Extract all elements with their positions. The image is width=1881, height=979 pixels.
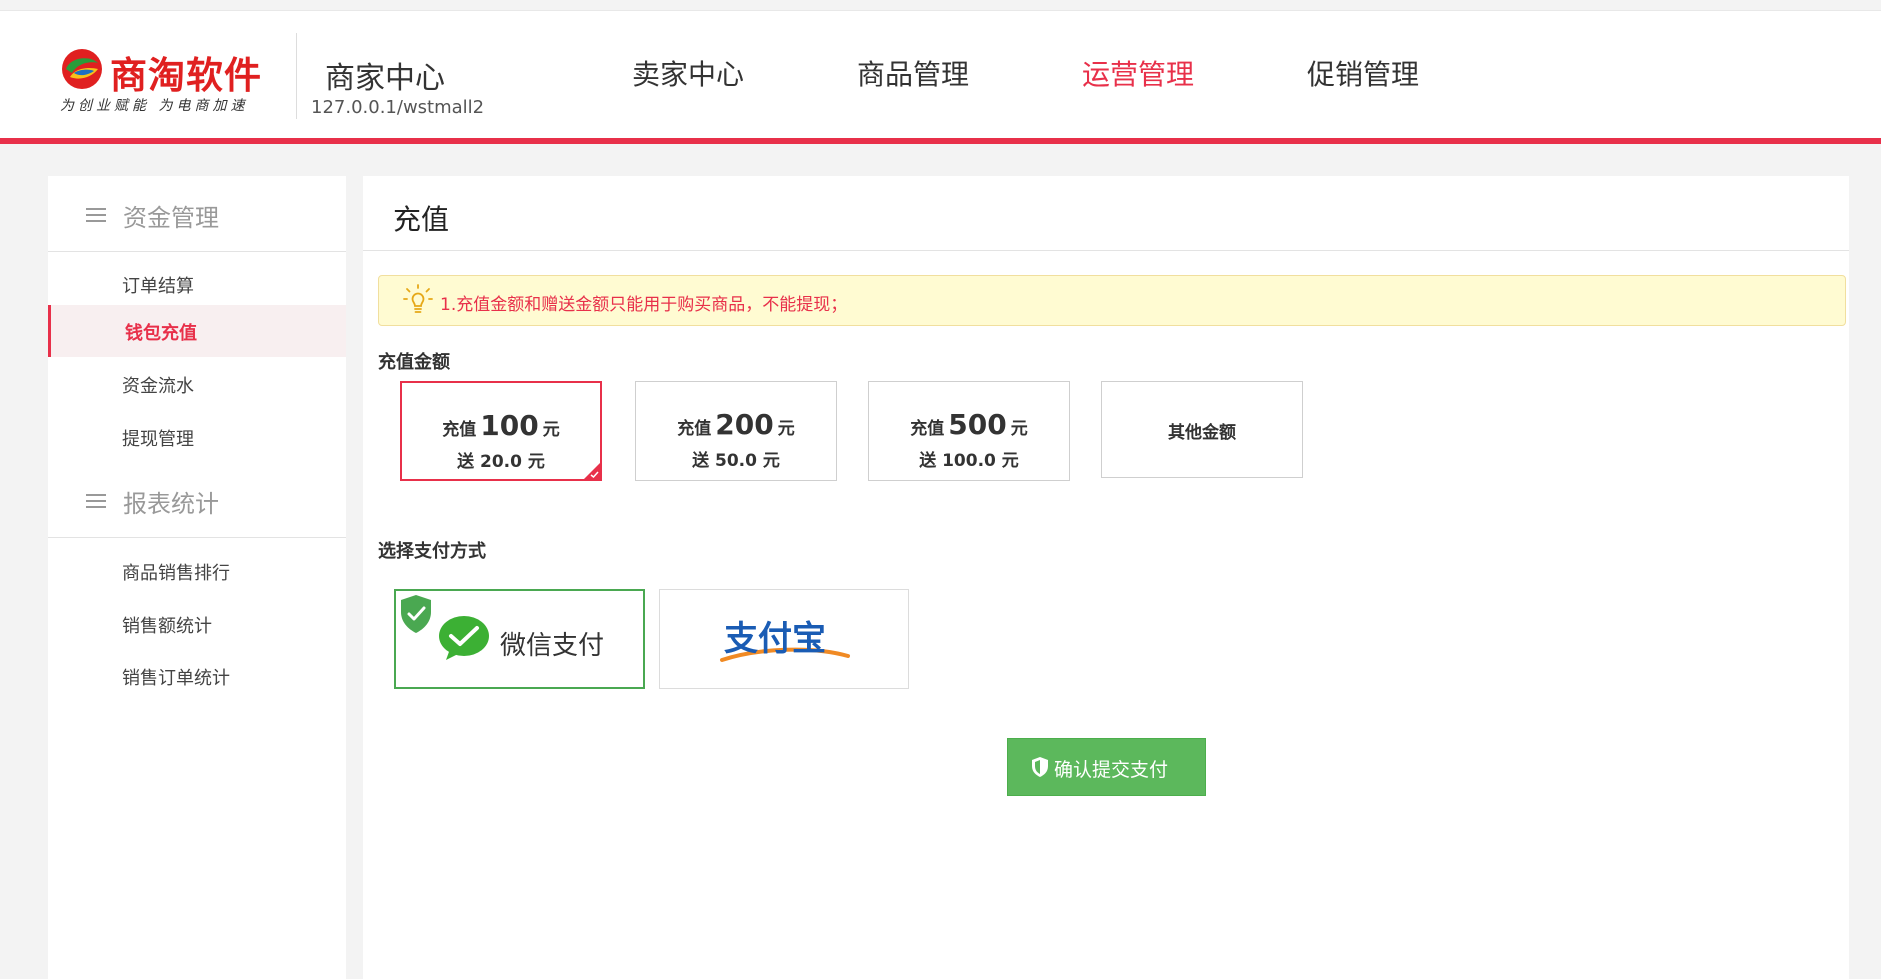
notice-text: 1.充值金额和赠送金额只能用于购买商品，不能提现； [440, 295, 848, 315]
header: 商淘软件 为创业赋能 为电商加速 商家中心 127.0.0.1/wstmall2… [0, 11, 1881, 144]
notice-banner: 1.充值金额和赠送金额只能用于购买商品，不能提现； [378, 275, 1846, 326]
top-strip [0, 0, 1881, 11]
sidebar-section-reports[interactable]: 报表统计 [48, 462, 346, 538]
amount-prefix: 充值 [677, 419, 712, 439]
wechat-label: 微信支付 [500, 631, 605, 661]
sidebar-section-funds[interactable]: 资金管理 [48, 176, 346, 252]
sidebar-item-sales-order-stats[interactable]: 销售订单统计 [48, 650, 346, 702]
amount-unit: 元 [777, 419, 795, 439]
logo-mark-icon [62, 49, 102, 89]
amount-bonus: 送 100.0 元 [919, 451, 1019, 471]
other-amount-label: 其他金额 [1168, 423, 1236, 443]
logo-name: 商淘软件 [110, 54, 262, 97]
alipay-logo-icon: 支付宝 [720, 619, 850, 662]
alipay-label: 支付宝 [724, 619, 826, 659]
header-divider [296, 33, 297, 119]
sidebar-item-label: 销售订单统计 [122, 668, 230, 689]
amount-option-other[interactable]: 其他金额 [1101, 381, 1303, 478]
sidebar-item-label: 销售额统计 [122, 616, 212, 637]
submit-payment-button[interactable]: 确认提交支付 [1007, 738, 1206, 796]
submit-label: 确认提交支付 [1054, 759, 1169, 781]
payment-section-label: 选择支付方式 [378, 541, 486, 562]
sidebar-item-label: 提现管理 [122, 429, 194, 450]
amount-bonus: 送 50.0 元 [692, 451, 780, 471]
nav-item-operations-management[interactable]: 运营管理 [1082, 53, 1194, 93]
verified-shield-icon [401, 595, 431, 633]
sidebar-item-sales-amount-stats[interactable]: 销售额统计 [48, 598, 346, 650]
logo-slogan: 为创业赋能 为电商加速 [60, 98, 249, 114]
sidebar-item-fund-flow[interactable]: 资金流水 [48, 358, 346, 410]
amount-bonus: 送 20.0 元 [457, 452, 545, 472]
sidebar-item-goods-sales-ranking[interactable]: 商品销售排行 [48, 545, 346, 597]
amount-line: 充值 500 元 [869, 408, 1069, 441]
amount-line: 充值 100 元 [402, 409, 600, 442]
title-divider [363, 250, 1849, 251]
page-title: 充值 [393, 203, 450, 236]
nav-item-seller-center[interactable]: 卖家中心 [632, 53, 744, 93]
center-title: 商家中心 [325, 61, 445, 96]
amount-option-200[interactable]: 充值 200 元 送 50.0 元 [635, 381, 837, 481]
nav-item-goods-management[interactable]: 商品管理 [857, 53, 969, 93]
sidebar-item-label: 资金流水 [122, 376, 194, 397]
main-panel: 充值 1.充值金额和赠送金额只能用于购买商品，不能提现； 充值金额 充值 100 元… [363, 176, 1849, 979]
amount-prefix: 充值 [910, 419, 945, 439]
nav-item-promotion-management[interactable]: 促销管理 [1307, 53, 1419, 93]
sidebar-section-title: 报表统计 [123, 490, 219, 518]
sidebar-item-label: 钱包充值 [125, 323, 197, 344]
sidebar: 资金管理 订单结算 钱包充值 资金流水 提现管理 报表统计 商品销售排行 销售额… [48, 176, 346, 979]
sidebar-item-label: 商品销售排行 [122, 563, 230, 584]
amount-value: 100 [480, 409, 539, 442]
amount-section-label: 充值金额 [378, 352, 450, 373]
sidebar-section-title: 资金管理 [123, 204, 219, 232]
menu-icon [86, 208, 106, 222]
amount-value: 500 [948, 408, 1007, 441]
payment-option-wechat[interactable]: 微信支付 [394, 589, 645, 689]
wechat-icon [439, 616, 489, 660]
amount-unit: 元 [1010, 419, 1028, 439]
amount-prefix: 充值 [442, 420, 477, 440]
sidebar-item-wallet-recharge[interactable]: 钱包充值 [48, 305, 346, 357]
lightbulb-icon [403, 284, 433, 313]
amount-line: 充值 200 元 [636, 408, 836, 441]
amount-option-500[interactable]: 充值 500 元 送 100.0 元 [868, 381, 1070, 481]
sidebar-item-order-settlement[interactable]: 订单结算 [48, 258, 346, 310]
sidebar-item-withdrawal-management[interactable]: 提现管理 [48, 411, 346, 463]
logo[interactable]: 商淘软件 为创业赋能 为电商加速 [58, 39, 288, 119]
center-url: 127.0.0.1/wstmall2 [311, 97, 485, 118]
shield-icon [1032, 757, 1048, 777]
amount-unit: 元 [542, 420, 560, 440]
amount-option-100[interactable]: 充值 100 元 送 20.0 元 [400, 381, 602, 481]
sidebar-item-label: 订单结算 [122, 276, 194, 297]
payment-option-alipay[interactable]: 支付宝 [659, 589, 909, 689]
menu-icon [86, 494, 106, 508]
selected-check-icon [584, 463, 600, 479]
amount-value: 200 [715, 408, 774, 441]
